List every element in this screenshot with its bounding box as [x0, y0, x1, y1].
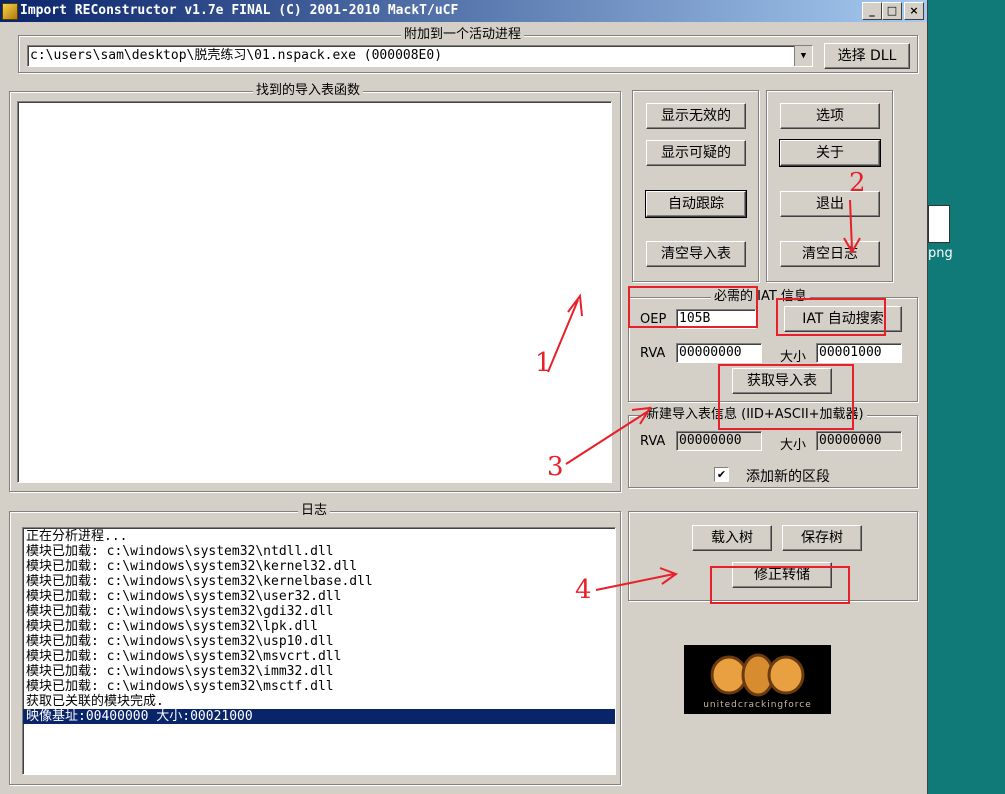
annotation-number-4: 4: [575, 575, 592, 605]
annotation-number-3: 3: [547, 452, 564, 482]
desktop-icon-label: png: [928, 246, 953, 261]
annotation-arrows: [547, 199, 861, 591]
annotation-number-2: 2: [849, 168, 866, 198]
main-window: Import REConstructor v1.7e FINAL (C) 200…: [0, 0, 928, 794]
desktop-file-icon[interactable]: [928, 205, 950, 243]
annotation-number-1: 1: [535, 348, 552, 378]
